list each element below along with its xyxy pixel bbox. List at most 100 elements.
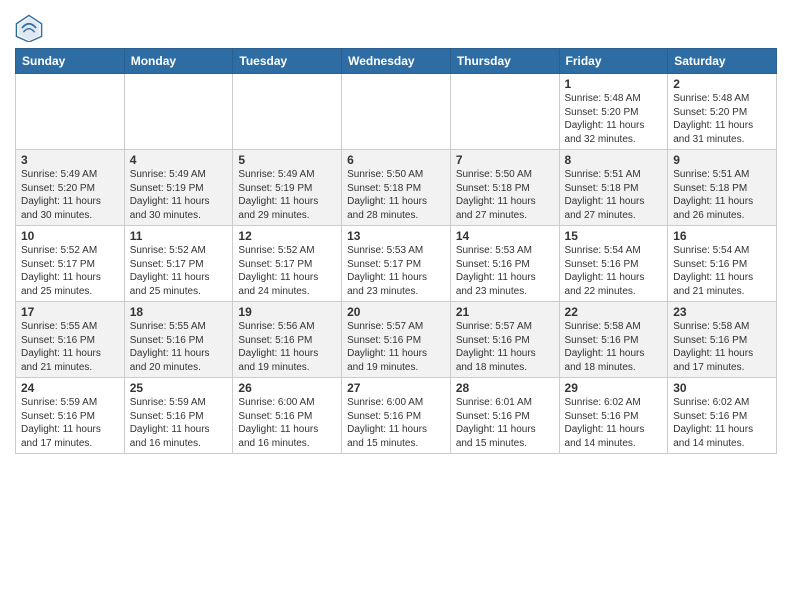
day-number: 22 xyxy=(565,305,663,319)
day-number: 15 xyxy=(565,229,663,243)
day-info: Sunrise: 5:55 AM Sunset: 5:16 PM Dayligh… xyxy=(130,320,228,374)
calendar-cell xyxy=(450,74,559,150)
day-number: 9 xyxy=(673,153,771,167)
calendar-cell: 29Sunrise: 6:02 AM Sunset: 5:16 PM Dayli… xyxy=(559,378,668,454)
calendar-cell: 2Sunrise: 5:48 AM Sunset: 5:20 PM Daylig… xyxy=(668,74,777,150)
day-info: Sunrise: 5:53 AM Sunset: 5:16 PM Dayligh… xyxy=(456,244,554,298)
calendar-week-row: 1Sunrise: 5:48 AM Sunset: 5:20 PM Daylig… xyxy=(16,74,777,150)
day-number: 12 xyxy=(238,229,336,243)
day-info: Sunrise: 5:55 AM Sunset: 5:16 PM Dayligh… xyxy=(21,320,119,374)
calendar-cell: 27Sunrise: 6:00 AM Sunset: 5:16 PM Dayli… xyxy=(342,378,451,454)
calendar-week-row: 17Sunrise: 5:55 AM Sunset: 5:16 PM Dayli… xyxy=(16,302,777,378)
weekday-header-monday: Monday xyxy=(124,49,233,74)
weekday-header-thursday: Thursday xyxy=(450,49,559,74)
day-info: Sunrise: 5:57 AM Sunset: 5:16 PM Dayligh… xyxy=(456,320,554,374)
day-info: Sunrise: 6:02 AM Sunset: 5:16 PM Dayligh… xyxy=(673,396,771,450)
day-number: 21 xyxy=(456,305,554,319)
calendar-cell xyxy=(342,74,451,150)
day-info: Sunrise: 5:57 AM Sunset: 5:16 PM Dayligh… xyxy=(347,320,445,374)
day-number: 1 xyxy=(565,77,663,91)
day-number: 30 xyxy=(673,381,771,395)
calendar-cell: 8Sunrise: 5:51 AM Sunset: 5:18 PM Daylig… xyxy=(559,150,668,226)
day-info: Sunrise: 5:49 AM Sunset: 5:20 PM Dayligh… xyxy=(21,168,119,222)
day-number: 7 xyxy=(456,153,554,167)
weekday-header-friday: Friday xyxy=(559,49,668,74)
calendar-cell: 22Sunrise: 5:58 AM Sunset: 5:16 PM Dayli… xyxy=(559,302,668,378)
day-number: 19 xyxy=(238,305,336,319)
day-number: 26 xyxy=(238,381,336,395)
day-info: Sunrise: 5:52 AM Sunset: 5:17 PM Dayligh… xyxy=(238,244,336,298)
logo xyxy=(15,14,47,42)
day-number: 16 xyxy=(673,229,771,243)
day-info: Sunrise: 5:50 AM Sunset: 5:18 PM Dayligh… xyxy=(456,168,554,222)
day-number: 27 xyxy=(347,381,445,395)
calendar-cell: 25Sunrise: 5:59 AM Sunset: 5:16 PM Dayli… xyxy=(124,378,233,454)
page-header xyxy=(15,10,777,42)
day-info: Sunrise: 5:54 AM Sunset: 5:16 PM Dayligh… xyxy=(673,244,771,298)
calendar-cell: 17Sunrise: 5:55 AM Sunset: 5:16 PM Dayli… xyxy=(16,302,125,378)
weekday-header-saturday: Saturday xyxy=(668,49,777,74)
calendar-cell: 19Sunrise: 5:56 AM Sunset: 5:16 PM Dayli… xyxy=(233,302,342,378)
weekday-header-wednesday: Wednesday xyxy=(342,49,451,74)
calendar-cell: 13Sunrise: 5:53 AM Sunset: 5:17 PM Dayli… xyxy=(342,226,451,302)
day-info: Sunrise: 6:00 AM Sunset: 5:16 PM Dayligh… xyxy=(238,396,336,450)
calendar-cell: 6Sunrise: 5:50 AM Sunset: 5:18 PM Daylig… xyxy=(342,150,451,226)
day-info: Sunrise: 5:48 AM Sunset: 5:20 PM Dayligh… xyxy=(565,92,663,146)
calendar-cell: 4Sunrise: 5:49 AM Sunset: 5:19 PM Daylig… xyxy=(124,150,233,226)
day-info: Sunrise: 5:50 AM Sunset: 5:18 PM Dayligh… xyxy=(347,168,445,222)
day-number: 8 xyxy=(565,153,663,167)
day-info: Sunrise: 5:49 AM Sunset: 5:19 PM Dayligh… xyxy=(130,168,228,222)
calendar-cell: 10Sunrise: 5:52 AM Sunset: 5:17 PM Dayli… xyxy=(16,226,125,302)
day-info: Sunrise: 6:02 AM Sunset: 5:16 PM Dayligh… xyxy=(565,396,663,450)
day-info: Sunrise: 5:48 AM Sunset: 5:20 PM Dayligh… xyxy=(673,92,771,146)
calendar-cell: 11Sunrise: 5:52 AM Sunset: 5:17 PM Dayli… xyxy=(124,226,233,302)
calendar-cell: 3Sunrise: 5:49 AM Sunset: 5:20 PM Daylig… xyxy=(16,150,125,226)
calendar-cell: 20Sunrise: 5:57 AM Sunset: 5:16 PM Dayli… xyxy=(342,302,451,378)
day-number: 18 xyxy=(130,305,228,319)
calendar-cell: 15Sunrise: 5:54 AM Sunset: 5:16 PM Dayli… xyxy=(559,226,668,302)
weekday-header-row: SundayMondayTuesdayWednesdayThursdayFrid… xyxy=(16,49,777,74)
calendar-cell: 9Sunrise: 5:51 AM Sunset: 5:18 PM Daylig… xyxy=(668,150,777,226)
calendar-week-row: 10Sunrise: 5:52 AM Sunset: 5:17 PM Dayli… xyxy=(16,226,777,302)
day-info: Sunrise: 6:01 AM Sunset: 5:16 PM Dayligh… xyxy=(456,396,554,450)
day-info: Sunrise: 5:51 AM Sunset: 5:18 PM Dayligh… xyxy=(673,168,771,222)
calendar-cell xyxy=(16,74,125,150)
day-number: 14 xyxy=(456,229,554,243)
calendar-cell: 18Sunrise: 5:55 AM Sunset: 5:16 PM Dayli… xyxy=(124,302,233,378)
day-number: 6 xyxy=(347,153,445,167)
day-number: 29 xyxy=(565,381,663,395)
day-number: 4 xyxy=(130,153,228,167)
day-info: Sunrise: 5:52 AM Sunset: 5:17 PM Dayligh… xyxy=(21,244,119,298)
calendar-cell: 30Sunrise: 6:02 AM Sunset: 5:16 PM Dayli… xyxy=(668,378,777,454)
calendar-cell: 5Sunrise: 5:49 AM Sunset: 5:19 PM Daylig… xyxy=(233,150,342,226)
calendar-cell: 7Sunrise: 5:50 AM Sunset: 5:18 PM Daylig… xyxy=(450,150,559,226)
day-info: Sunrise: 5:59 AM Sunset: 5:16 PM Dayligh… xyxy=(21,396,119,450)
day-number: 17 xyxy=(21,305,119,319)
calendar-cell: 12Sunrise: 5:52 AM Sunset: 5:17 PM Dayli… xyxy=(233,226,342,302)
day-number: 28 xyxy=(456,381,554,395)
logo-icon xyxy=(15,14,43,42)
day-info: Sunrise: 5:52 AM Sunset: 5:17 PM Dayligh… xyxy=(130,244,228,298)
day-info: Sunrise: 5:51 AM Sunset: 5:18 PM Dayligh… xyxy=(565,168,663,222)
day-info: Sunrise: 5:56 AM Sunset: 5:16 PM Dayligh… xyxy=(238,320,336,374)
day-number: 20 xyxy=(347,305,445,319)
day-number: 11 xyxy=(130,229,228,243)
calendar-cell: 24Sunrise: 5:59 AM Sunset: 5:16 PM Dayli… xyxy=(16,378,125,454)
day-number: 24 xyxy=(21,381,119,395)
day-info: Sunrise: 6:00 AM Sunset: 5:16 PM Dayligh… xyxy=(347,396,445,450)
calendar-cell xyxy=(124,74,233,150)
day-number: 25 xyxy=(130,381,228,395)
day-info: Sunrise: 5:58 AM Sunset: 5:16 PM Dayligh… xyxy=(565,320,663,374)
day-number: 23 xyxy=(673,305,771,319)
calendar-cell: 23Sunrise: 5:58 AM Sunset: 5:16 PM Dayli… xyxy=(668,302,777,378)
day-number: 5 xyxy=(238,153,336,167)
calendar-week-row: 24Sunrise: 5:59 AM Sunset: 5:16 PM Dayli… xyxy=(16,378,777,454)
day-number: 10 xyxy=(21,229,119,243)
day-number: 13 xyxy=(347,229,445,243)
day-number: 3 xyxy=(21,153,119,167)
day-number: 2 xyxy=(673,77,771,91)
day-info: Sunrise: 5:53 AM Sunset: 5:17 PM Dayligh… xyxy=(347,244,445,298)
day-info: Sunrise: 5:54 AM Sunset: 5:16 PM Dayligh… xyxy=(565,244,663,298)
calendar-cell: 14Sunrise: 5:53 AM Sunset: 5:16 PM Dayli… xyxy=(450,226,559,302)
calendar-cell: 21Sunrise: 5:57 AM Sunset: 5:16 PM Dayli… xyxy=(450,302,559,378)
